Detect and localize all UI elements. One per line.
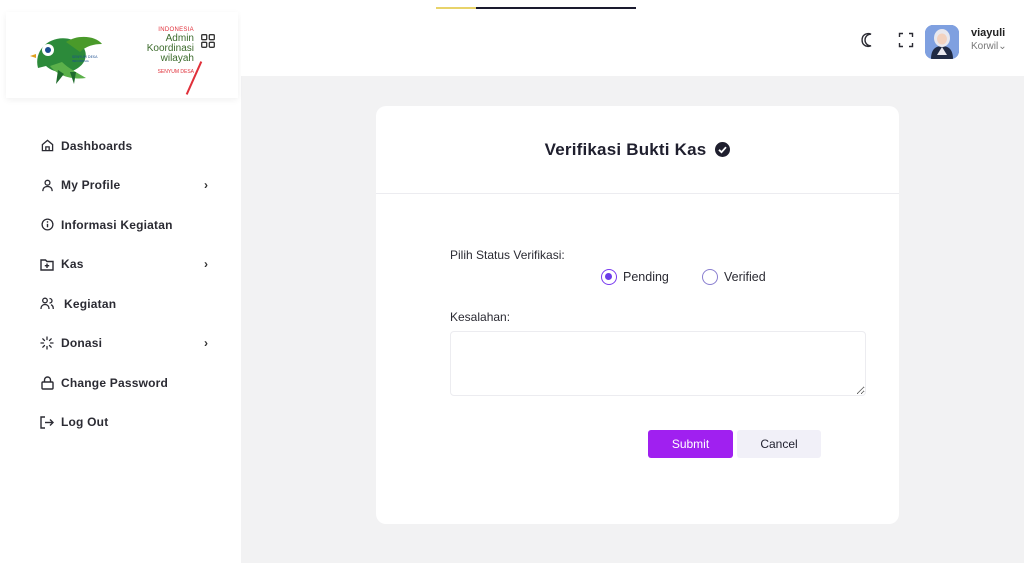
chevron-right-icon: › (204, 336, 209, 351)
chevron-down-icon: ⌄ (998, 41, 1007, 52)
logout-icon (40, 415, 54, 429)
radio-pending-label: Pending (623, 270, 669, 284)
sidebar-item-label: Kas (61, 257, 84, 272)
svg-text:INDONESIA: INDONESIA (72, 59, 90, 63)
check-circle-icon (715, 142, 731, 157)
user-icon (40, 178, 54, 192)
sidebar: SENYUM DESA INDONESIA INDONESIA Admin Ko… (0, 0, 241, 563)
user-role-text: Korwil (971, 41, 999, 52)
sidebar-item-label: Dashboards (61, 138, 133, 153)
users-icon (40, 297, 54, 311)
sidebar-item-label: Informasi Kegiatan (61, 217, 173, 232)
user-name[interactable]: viayuli (971, 27, 1005, 39)
sidebar-item-donasi[interactable]: Donasi › (0, 324, 241, 364)
radio-pending-control[interactable] (601, 269, 617, 285)
chevron-right-icon: › (204, 257, 209, 272)
radio-verified-label: Verified (724, 270, 766, 284)
radio-verified-control[interactable] (702, 269, 718, 285)
logo-title-3: wilayah (160, 53, 194, 64)
submit-button[interactable]: Submit (648, 430, 733, 458)
loader-icon (40, 336, 54, 350)
sidebar-nav: Dashboards My Profile › Informasi Kegiat… (0, 126, 241, 442)
logo-bird-icon: SENYUM DESA INDONESIA (30, 36, 102, 84)
sidebar-item-change-password[interactable]: Change Password (0, 363, 241, 403)
sidebar-item-label: Donasi (61, 336, 103, 351)
home-icon (40, 139, 54, 153)
cancel-button[interactable]: Cancel (737, 430, 821, 458)
user-role[interactable]: Korwil⌄ (971, 41, 1007, 52)
top-progress-accent (436, 7, 476, 9)
sidebar-item-kegiatan[interactable]: Kegiatan (0, 284, 241, 324)
moon-icon[interactable] (860, 32, 876, 48)
sidebar-item-my-profile[interactable]: My Profile › (0, 166, 241, 206)
sidebar-item-log-out[interactable]: Log Out (0, 403, 241, 443)
sidebar-item-label: Kegiatan (64, 296, 117, 311)
sidebar-item-label: Change Password (61, 375, 169, 390)
radio-verified[interactable]: Verified (702, 268, 766, 286)
sidebar-item-kas[interactable]: Kas › (0, 245, 241, 285)
page-title: Verifikasi Bukti Kas (376, 140, 899, 160)
status-label: Pilih Status Verifikasi: (450, 248, 565, 262)
logo-text: INDONESIA Admin Koordinasi wilayah SENYU… (116, 26, 194, 76)
error-textarea[interactable] (450, 331, 866, 396)
page-title-text: Verifikasi Bukti Kas (544, 140, 707, 159)
radio-pending[interactable]: Pending (601, 268, 669, 286)
grid-menu-icon[interactable] (201, 34, 215, 48)
sidebar-item-label: My Profile (61, 178, 121, 193)
sidebar-item-label: Log Out (61, 415, 109, 430)
logo-area: SENYUM DESA INDONESIA INDONESIA Admin Ko… (0, 0, 241, 110)
logo-tagline: SENYUM DESA (157, 69, 194, 75)
error-label: Kesalahan: (450, 310, 511, 324)
lock-icon (40, 376, 54, 390)
sidebar-item-informasi-kegiatan[interactable]: Informasi Kegiatan (0, 205, 241, 245)
card-header: Verifikasi Bukti Kas (376, 106, 899, 194)
info-icon (40, 218, 54, 232)
avatar[interactable] (925, 25, 959, 59)
chevron-right-icon: › (204, 178, 209, 193)
sidebar-item-dashboards[interactable]: Dashboards (0, 126, 241, 166)
fullscreen-icon[interactable] (898, 32, 914, 48)
folder-plus-icon (40, 257, 54, 271)
